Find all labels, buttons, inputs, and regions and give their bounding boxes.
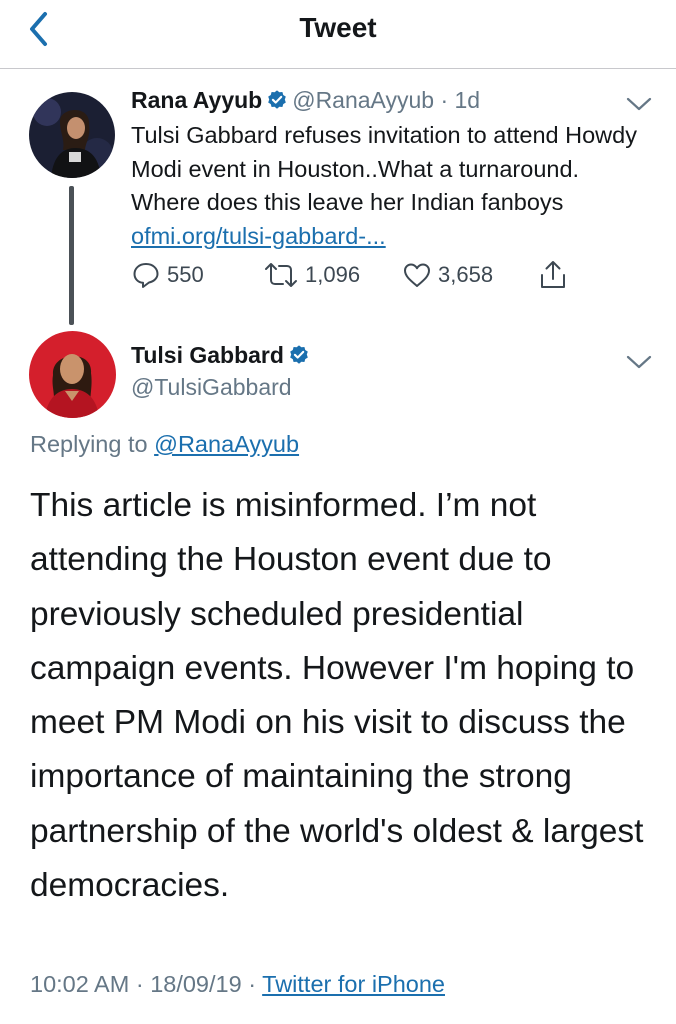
reply-count: 550: [167, 262, 204, 287]
reply-tweet-menu-button[interactable]: [625, 352, 653, 372]
like-button[interactable]: 3,658: [402, 258, 493, 292]
dot-separator: ·: [135, 971, 144, 997]
tweet-time: 10:02 AM: [30, 971, 130, 997]
author-name[interactable]: Tulsi Gabbard: [131, 342, 284, 368]
share-icon: [541, 261, 565, 288]
avatar-rana-ayyub[interactable]: [29, 92, 115, 178]
replying-to-label: Replying to: [30, 431, 148, 457]
tweet-age: 1d: [454, 87, 481, 113]
author-handle[interactable]: @TulsiGabbard: [131, 374, 292, 401]
like-icon: [404, 263, 430, 287]
tweet-meta: 10:02 AM · 18/09/19 · Twitter for iPhone: [30, 971, 445, 998]
reply-tweet-text: This article is misinformed. I’m not att…: [30, 487, 644, 905]
replying-to-link[interactable]: @RanaAyyub: [154, 431, 299, 457]
verified-badge-icon: [288, 344, 310, 372]
retweet-button[interactable]: 1,096: [263, 258, 360, 292]
retweet-count: 1,096: [305, 262, 361, 287]
reply-button[interactable]: 550: [131, 258, 204, 292]
reply-author-header: Tulsi Gabbard: [131, 342, 314, 372]
header-divider: [0, 68, 676, 69]
dot-separator: ·: [248, 971, 257, 997]
chevron-down-icon: [626, 355, 652, 369]
article-link[interactable]: ofmi.org/tulsi-gabbard-...: [131, 223, 386, 249]
parent-tweet-header: Rana Ayyub @RanaAyyub · 1d: [131, 87, 480, 117]
parent-tweet-menu-button[interactable]: [625, 94, 653, 114]
avatar-image: [29, 92, 115, 178]
author-handle[interactable]: @RanaAyyub: [292, 87, 434, 113]
verified-badge-icon: [266, 89, 288, 117]
tweet-date: 18/09/19: [150, 971, 242, 997]
author-name[interactable]: Rana Ayyub: [131, 87, 262, 113]
avatar-tulsi-gabbard[interactable]: [29, 331, 116, 418]
retweet-icon: [265, 263, 297, 287]
replying-to-line: Replying to @RanaAyyub: [30, 431, 299, 458]
reply-icon: [133, 263, 159, 288]
chevron-down-icon: [626, 97, 652, 111]
page-title: Tweet: [299, 12, 377, 43]
like-count: 3,658: [438, 262, 494, 287]
thread-connector-line: [69, 186, 74, 325]
tweet-source-link[interactable]: Twitter for iPhone: [262, 971, 445, 997]
top-nav-bar: Tweet: [0, 0, 676, 68]
share-button[interactable]: [538, 258, 568, 292]
parent-tweet-body: Tulsi Gabbard refuses invitation to atte…: [131, 122, 637, 215]
dot-separator: ·: [440, 87, 449, 113]
avatar-image: [29, 331, 116, 418]
parent-tweet-text: Tulsi Gabbard refuses invitation to atte…: [131, 119, 651, 253]
